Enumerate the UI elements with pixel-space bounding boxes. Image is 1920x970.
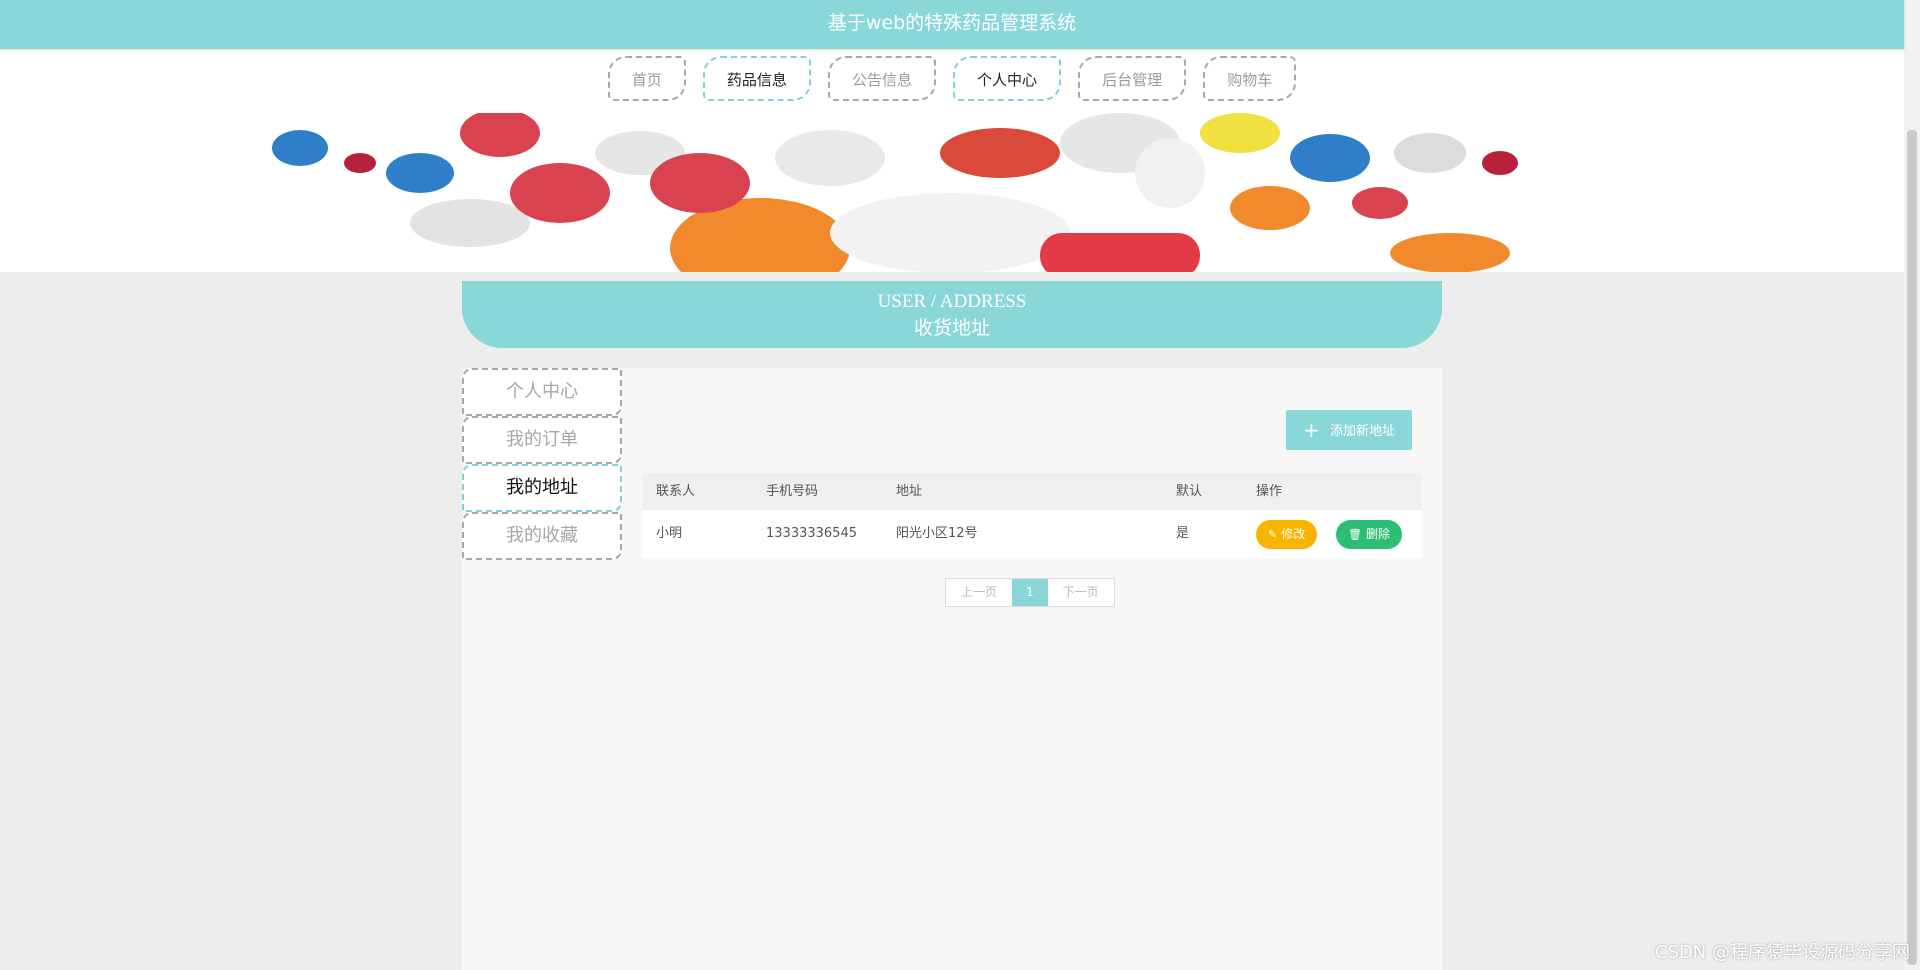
section-header: USER / ADDRESS 收货地址 — [462, 281, 1442, 348]
nav-item-admin[interactable]: 后台管理 — [1078, 56, 1187, 101]
address-table: 联系人 手机号码 地址 默认 操作 小明 13333336545 阳光小区12号… — [642, 473, 1422, 558]
table-row: 小明 13333336545 阳光小区12号 是 ✎ 修改 🗑 删除 — [642, 510, 1422, 558]
nav-item-home[interactable]: 首页 — [607, 56, 686, 101]
site-title: 基于web的特殊药品管理系统 — [827, 12, 1077, 34]
cell-contact: 小明 — [656, 526, 683, 541]
watermark-text: CSDN @程序猿毕设源码分享网 — [1654, 942, 1910, 963]
pencil-icon: ✎ — [1268, 528, 1278, 541]
next-page-button[interactable]: 下一页 — [1048, 579, 1114, 606]
trash-icon: 🗑 — [1348, 528, 1362, 541]
prev-page-button[interactable]: 上一页 — [946, 579, 1012, 606]
nav-item-notices[interactable]: 公告信息 — [827, 56, 936, 101]
header-address: 地址 — [896, 484, 923, 499]
sidebar-item-user-center[interactable]: 个人中心 — [462, 368, 622, 416]
header-actions: 操作 — [1256, 484, 1283, 499]
vertical-scrollbar[interactable] — [1904, 0, 1920, 970]
scrollbar-thumb[interactable] — [1907, 130, 1917, 965]
banner-image — [0, 113, 1904, 272]
sidebar-item-address[interactable]: 我的地址 — [462, 464, 622, 512]
sidebar-item-favorites[interactable]: 我的收藏 — [462, 512, 622, 560]
header-phone: 手机号码 — [766, 484, 819, 499]
delete-label: 删除 — [1365, 527, 1390, 541]
cell-address: 阳光小区12号 — [896, 526, 978, 541]
table-header: 联系人 手机号码 地址 默认 操作 — [642, 473, 1422, 510]
pills-illustration — [0, 113, 1904, 272]
edit-label: 修改 — [1281, 527, 1306, 541]
nav-item-cart[interactable]: 购物车 — [1203, 56, 1297, 101]
delete-button[interactable]: 🗑 删除 — [1336, 520, 1402, 549]
header-contact: 联系人 — [656, 484, 696, 499]
main-nav: 首页 药品信息 公告信息 个人中心 后台管理 购物车 — [0, 56, 1904, 101]
nav-item-user-center[interactable]: 个人中心 — [953, 56, 1062, 101]
add-address-label: 添加新地址 — [1329, 424, 1395, 439]
plus-icon: + — [1303, 418, 1320, 442]
cell-phone: 13333336545 — [766, 526, 857, 541]
add-address-button[interactable]: + 添加新地址 — [1286, 410, 1412, 450]
section-title-cn: 收货地址 — [913, 318, 990, 339]
edit-button[interactable]: ✎ 修改 — [1256, 520, 1318, 549]
page-number-current[interactable]: 1 — [1012, 579, 1048, 606]
top-title-bar: 基于web的特殊药品管理系统 — [0, 0, 1904, 49]
sidebar-item-orders[interactable]: 我的订单 — [462, 416, 622, 464]
user-sidebar: 个人中心 我的订单 我的地址 我的收藏 — [462, 368, 622, 560]
section-title-en: USER / ADDRESS — [877, 291, 1027, 312]
pagination: 上一页 1 下一页 — [945, 578, 1115, 607]
nav-item-drug-info[interactable]: 药品信息 — [702, 56, 811, 101]
content-panel: 个人中心 我的订单 我的地址 我的收藏 + 添加新地址 联系人 手机号码 地址 … — [462, 368, 1442, 970]
header-default: 默认 — [1176, 484, 1203, 499]
cell-default: 是 — [1176, 526, 1190, 541]
